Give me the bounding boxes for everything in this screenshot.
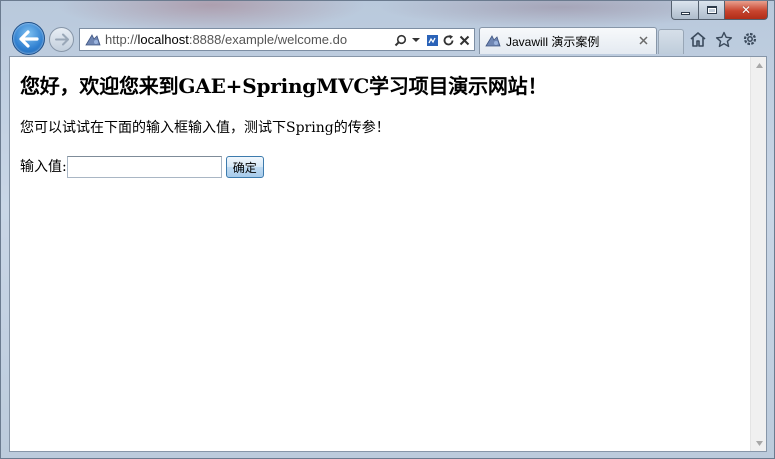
vertical-scrollbar[interactable] — [750, 57, 766, 451]
page-heading: 您好，欢迎您来到GAE+SpringMVC学习项目演示网站！ — [20, 74, 548, 98]
url-host: localhost — [137, 32, 189, 47]
forward-button[interactable] — [49, 27, 74, 52]
favorites-button[interactable] — [714, 29, 734, 49]
maximize-icon — [706, 6, 717, 14]
minimize-button[interactable] — [671, 1, 698, 20]
chevron-down-icon — [412, 38, 420, 42]
page-viewport: 您好，欢迎您来到GAE+SpringMVC学习项目演示网站！ 您可以试试在下面的… — [9, 56, 767, 452]
close-icon: ✕ — [740, 3, 752, 17]
stop-button[interactable] — [456, 31, 472, 49]
address-bar[interactable]: http://localhost:8888/example/welcome.do — [79, 28, 475, 51]
scroll-down-button[interactable] — [751, 435, 767, 451]
compatibility-view-icon — [426, 34, 438, 46]
tab-title: Javawill 演示案例 — [506, 34, 600, 49]
web-page: 您好，欢迎您来到GAE+SpringMVC学习项目演示网站！ 您可以试试在下面的… — [10, 57, 751, 451]
refresh-icon — [443, 34, 453, 45]
maximize-button[interactable] — [698, 1, 724, 20]
forward-arrow-icon — [54, 33, 69, 46]
intro-text: 您可以试试在下面的输入框输入值，测试下Spring的传参！ — [20, 120, 390, 136]
browser-window: ✕ http://localhost:8888/example/welcome.… — [0, 0, 775, 459]
back-button[interactable] — [12, 22, 45, 55]
home-icon — [690, 31, 706, 47]
scroll-down-arrow-icon — [755, 440, 763, 446]
confirm-button[interactable]: 确定 — [225, 156, 264, 178]
close-tab-icon — [638, 35, 648, 45]
url-prefix: http:// — [105, 32, 138, 47]
tab-javawill[interactable]: Javawill 演示案例 — [479, 27, 657, 54]
scroll-up-arrow-icon — [755, 62, 763, 68]
search-dropdown-button[interactable] — [408, 31, 424, 49]
scroll-up-button[interactable] — [751, 57, 767, 73]
address-tools — [392, 31, 472, 49]
tab-close-button[interactable] — [636, 33, 650, 47]
page-favicon-icon — [84, 32, 102, 48]
stop-icon — [459, 35, 469, 45]
back-arrow-icon — [18, 29, 39, 48]
home-button[interactable] — [688, 29, 708, 49]
star-icon — [715, 31, 733, 47]
search-icon — [394, 34, 406, 46]
tools-button[interactable] — [740, 29, 760, 49]
close-window-button[interactable]: ✕ — [724, 1, 768, 20]
value-form: 输入值: 确定 — [20, 156, 741, 178]
browser-toolbar-icons — [688, 29, 760, 49]
url-path: :8888/example/welcome.do — [188, 32, 348, 47]
input-label: 输入值: — [20, 159, 67, 175]
minimize-icon — [680, 11, 690, 15]
new-tab-button[interactable] — [658, 29, 684, 54]
compatibility-view-button[interactable] — [424, 31, 440, 49]
value-input[interactable] — [66, 156, 222, 178]
refresh-button[interactable] — [440, 31, 456, 49]
search-button[interactable] — [392, 31, 408, 49]
window-caption-buttons: ✕ — [671, 1, 768, 21]
gear-icon — [743, 32, 757, 46]
address-url[interactable]: http://localhost:8888/example/welcome.do — [105, 32, 347, 47]
tab-favicon-icon — [485, 33, 501, 49]
